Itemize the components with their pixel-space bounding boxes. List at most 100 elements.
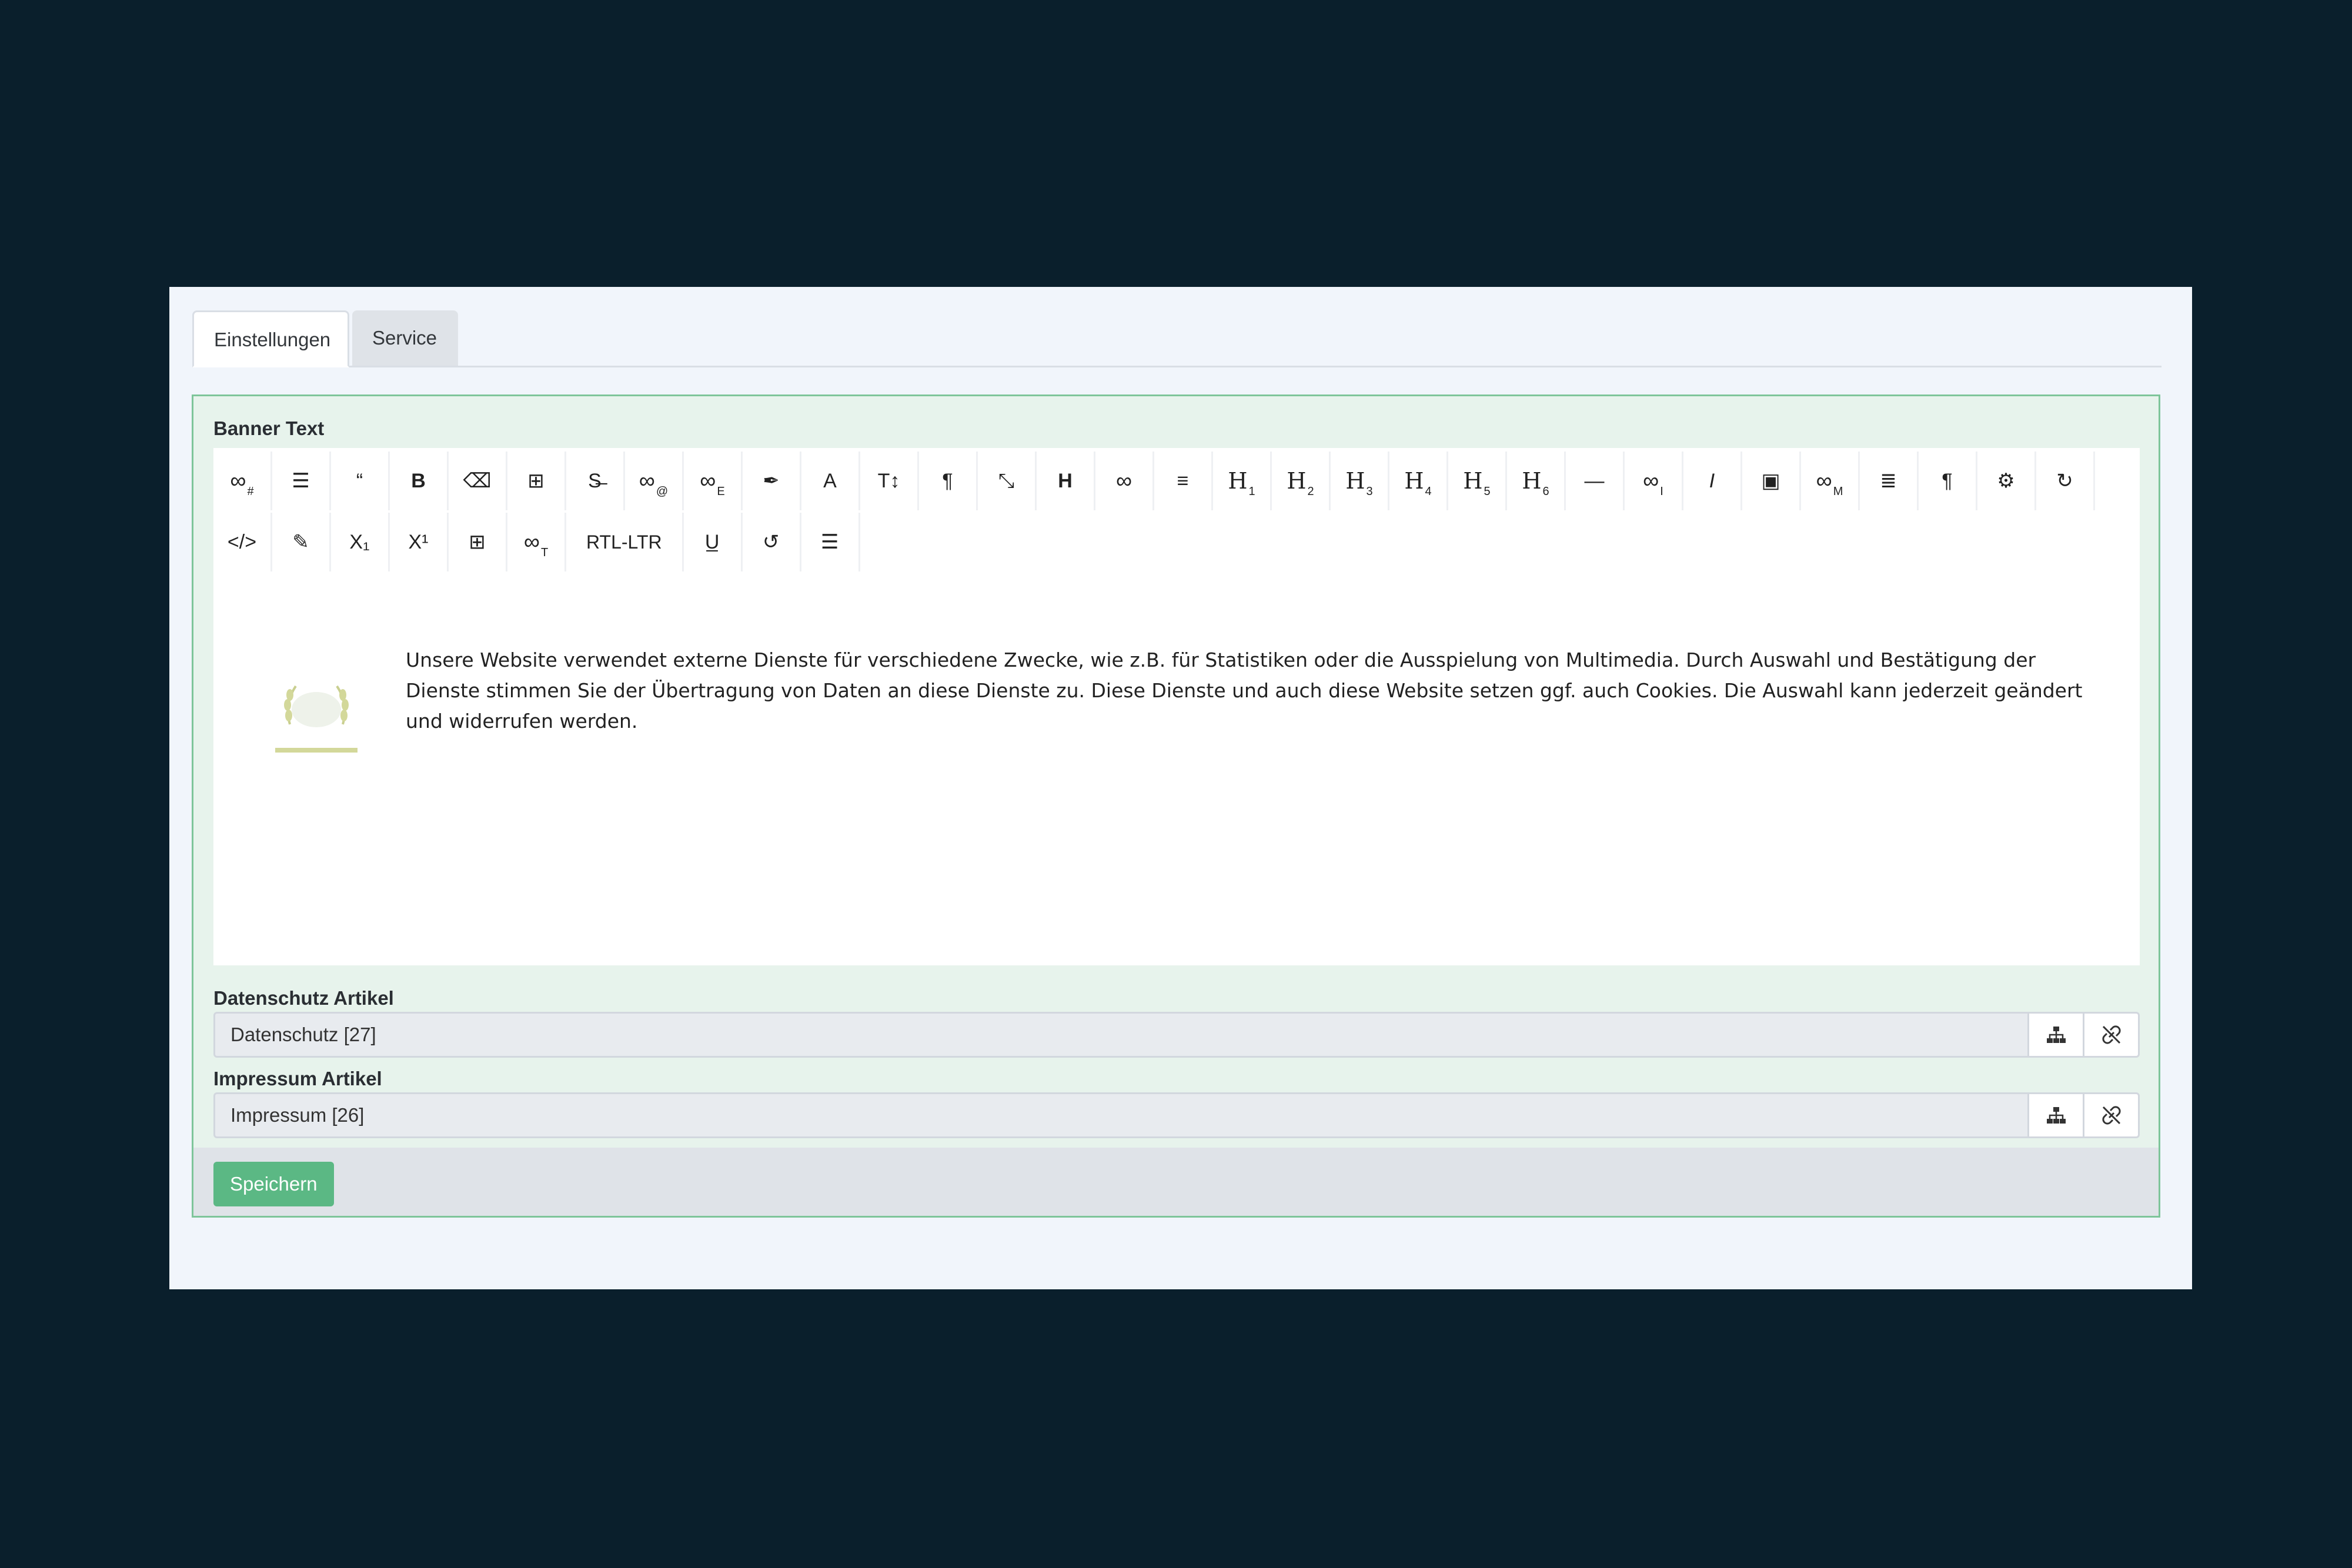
h3-icon: H [1345,468,1365,494]
banner-text-editor[interactable]: Unsere Website verwendet externe Dienste… [213,571,2140,965]
toolbar-button-table[interactable]: ⊞ [449,513,507,571]
toolbar-button-list[interactable]: ☰ [801,513,860,571]
ordered-list-icon: ≣ [1880,470,1897,492]
imprint-article-input[interactable]: Impressum [26] [213,1092,2029,1138]
toolbar-row-1: ∞ # ☰ “B ⌫ ⊞ S̶ ∞ @ ∞ E ✒ A T↕ ¶ ⤡ H ∞ ≡ H 1 H 2 H 3 H 4 H 5 H 6— ∞ I I ▣ ∞… [213,452,2095,510]
toolbar-button-undo[interactable]: ↺ [743,513,801,571]
quote-icon: “ [356,469,363,492]
toolbar-button-link-anchor[interactable]: ∞ # [213,452,272,510]
toolbar-button-superscript[interactable]: X¹ [390,513,449,571]
toolbar-button-paragraph[interactable]: ¶ [919,452,978,510]
unlink-icon [2102,1106,2121,1125]
editor-toolbar: ∞ # ☰ “B ⌫ ⊞ S̶ ∞ @ ∞ E ✒ A T↕ ¶ ⤡ H ∞ ≡ H 1 H 2 H 3 H 4 H 5 H 6— ∞ I I ▣ ∞… [213,448,2140,573]
toolbar-button-gear[interactable]: ⚙ [1977,452,2036,510]
eraser-icon: ⌫ [463,470,492,492]
toolbar-button-subscript-label: I [1660,484,1663,498]
bullet-list-icon: ≡ [1177,469,1189,492]
save-button[interactable]: Speichern [213,1162,334,1206]
toolbar-button-h3[interactable]: H3 [1331,452,1389,510]
panel-footer: Speichern [193,1148,2159,1216]
toolbar-button-quote[interactable]: “ [331,452,390,510]
toolbar-button-font-size[interactable]: T↕ [860,452,919,510]
toolbar-button-h2[interactable]: H2 [1272,452,1331,510]
imprint-article-label: Impressum Artikel [213,1068,382,1089]
code-icon: </> [227,530,257,553]
toolbar-button-pilcrow[interactable]: ¶ [1919,452,1977,510]
font-size-icon: T↕ [877,469,900,492]
toolbar-button-font-color[interactable]: A [801,452,860,510]
link-tel-icon: ∞ [523,529,540,554]
toolbar-button-subscript-label: 4 [1425,484,1432,498]
banner-text-content[interactable]: Unsere Website verwendet externe Dienste… [406,645,2111,737]
privacy-article-input[interactable]: Datenschutz [27] [213,1012,2029,1058]
gear-icon: ⚙ [1997,470,2015,492]
toolbar-button-link-email[interactable]: ∞ @ [625,452,684,510]
toolbar-button-heading[interactable]: H [1037,452,1095,510]
toolbar-button-image[interactable]: ▣ [1742,452,1801,510]
toolbar-button-subscript-label: M [1833,484,1843,498]
toolbar-button-subscript-label: E [717,484,725,498]
table-icon: ⊞ [527,470,544,492]
link-email-icon: ∞ [639,468,655,493]
toolbar-button-italic[interactable]: I [1683,452,1742,510]
unlink-icon [2102,1025,2121,1044]
toolbar-button-table[interactable]: ⊞ [507,452,566,510]
align-left-icon: ☰ [292,470,310,492]
toolbar-button-code[interactable]: </> [213,513,272,571]
tab-einstellungen[interactable]: Einstellungen [192,310,349,367]
toolbar-button-h4[interactable]: H4 [1389,452,1448,510]
rtl-ltr-button[interactable]: RTL-LTR [566,513,684,571]
toolbar-button-eraser[interactable]: ⌫ [449,452,507,510]
toolbar-button-link[interactable]: ∞ [1095,452,1154,510]
toolbar-button-subscript-label: # [247,484,254,498]
tab-bar: Einstellungen Service [192,310,2161,367]
toolbar-button-edit[interactable]: ✎ [272,513,331,571]
laurel-logo-image [275,685,358,753]
toolbar-button-brush[interactable]: ✒ [743,452,801,510]
toolbar-button-redo[interactable]: ↻ [2036,452,2095,510]
paragraph-icon: ¶ [942,469,953,492]
toolbar-button-link-external[interactable]: ∞ E [684,452,743,510]
rtl-ltr-label: RTL-LTR [586,531,662,553]
toolbar-button-strikethrough[interactable]: S̶ [566,452,625,510]
select-article-button[interactable] [2029,1012,2084,1058]
remove-link-button[interactable] [2084,1092,2140,1138]
pilcrow-icon: ¶ [1942,469,1953,492]
redo-icon: ↻ [2056,470,2073,492]
underline-icon: U̲ [704,530,720,553]
toolbar-button-subscript[interactable]: X₁ [331,513,390,571]
link-internal-icon: ∞ [1643,468,1659,493]
privacy-article-field: Datenschutz [27] [213,1012,2140,1058]
toolbar-button-fullscreen[interactable]: ⤡ [978,452,1037,510]
brush-icon: ✒ [763,470,780,492]
link-anchor-icon: ∞ [230,468,246,493]
undo-icon: ↺ [762,531,780,553]
privacy-article-label: Datenschutz Artikel [213,987,394,1009]
select-article-button[interactable] [2029,1092,2084,1138]
tab-service[interactable]: Service [352,310,458,366]
imprint-article-field: Impressum [26] [213,1092,2140,1138]
toolbar-button-horizontal-rule[interactable]: — [1566,452,1625,510]
h2-icon: H [1287,468,1307,494]
remove-link-button[interactable] [2084,1012,2140,1058]
h1-icon: H [1228,468,1248,494]
toolbar-button-link-tel[interactable]: ∞ T [507,513,566,571]
toolbar-button-link-media[interactable]: ∞ M [1801,452,1860,510]
settings-window: Einstellungen Service Banner Text ∞ # ☰ “B ⌫… [169,287,2192,1289]
italic-icon: I [1709,469,1715,492]
settings-panel: Banner Text ∞ # ☰ “B ⌫ ⊞ S̶ ∞ @ ∞ E ✒ A T↕ ¶ ⤡ H ∞ ≡ H 1 H 2 H 3… [192,394,2160,1218]
toolbar-button-align-left[interactable]: ☰ [272,452,331,510]
toolbar-button-bold[interactable]: B [390,452,449,510]
toolbar-button-ordered-list[interactable]: ≣ [1860,452,1919,510]
toolbar-button-underline[interactable]: U̲ [684,513,743,571]
link-icon: ∞ [1115,468,1132,493]
sitemap-icon [2046,1027,2066,1043]
toolbar-row-2: </> ✎ X₁ X¹ ⊞ ∞ T RTL-LTR U̲ ↺ ☰ [213,513,860,571]
toolbar-button-link-internal[interactable]: ∞ I [1625,452,1683,510]
toolbar-button-subscript-label: 3 [1366,484,1373,498]
toolbar-button-h5[interactable]: H5 [1448,452,1507,510]
link-media-icon: ∞ [1816,468,1832,493]
toolbar-button-bullet-list[interactable]: ≡ [1154,452,1213,510]
toolbar-button-h1[interactable]: H1 [1213,452,1272,510]
toolbar-button-h6[interactable]: H6 [1507,452,1566,510]
